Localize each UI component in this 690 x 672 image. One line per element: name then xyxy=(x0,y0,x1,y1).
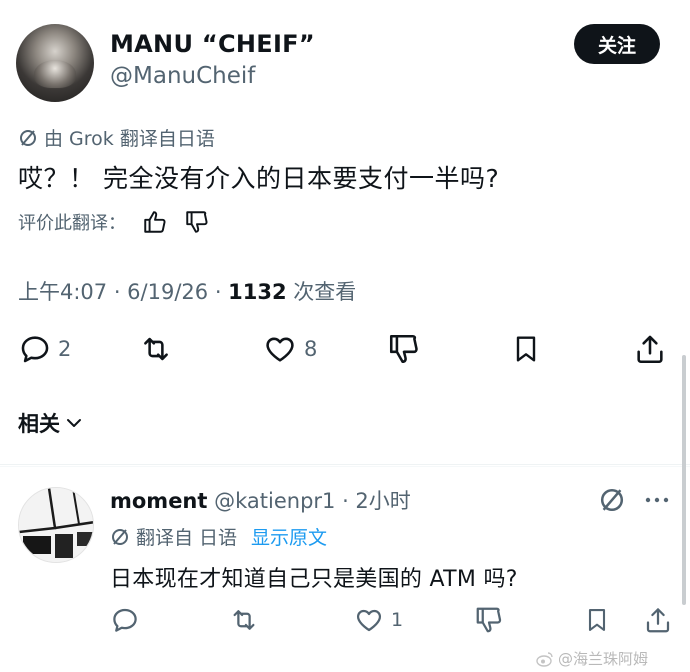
reply-reply-button[interactable] xyxy=(110,605,140,635)
share-icon xyxy=(643,605,673,635)
weibo-icon xyxy=(536,651,554,667)
related-label: 相关 xyxy=(18,412,60,436)
reply-translation-note: 翻译自 日语 显示原文 xyxy=(110,523,327,550)
reply-retweet-button[interactable] xyxy=(228,605,260,635)
post-text: 哎？！ 完全没有介入的日本要支付一半吗? xyxy=(18,164,500,193)
grok-icon xyxy=(18,128,38,148)
thumbs-down-icon xyxy=(474,605,504,635)
like-count: 8 xyxy=(304,337,318,361)
share-button[interactable] xyxy=(633,332,667,366)
reply-count: 2 xyxy=(58,337,72,361)
heart-icon xyxy=(353,605,385,635)
reply-author-name[interactable]: moment xyxy=(110,489,207,513)
author-avatar[interactable] xyxy=(16,24,94,102)
reply-header: moment @katienpr1 · 2小时 xyxy=(110,485,411,515)
reply-avatar[interactable] xyxy=(18,487,94,563)
reply-icon xyxy=(110,605,140,635)
retweet-button[interactable] xyxy=(138,332,174,366)
post-meta: 上午4:07 · 6/19/26 · 1132 次查看 xyxy=(18,276,356,306)
reply-author-handle[interactable]: @katienpr1 · 2小时 xyxy=(214,489,411,513)
bookmark-icon xyxy=(510,332,542,366)
watermark: @海兰珠阿姆 xyxy=(536,648,648,669)
thumbs-down-icon[interactable] xyxy=(184,209,210,235)
bookmark-button[interactable] xyxy=(510,332,542,366)
reply-translation-text: 翻译自 日语 xyxy=(136,527,238,549)
grok-icon xyxy=(110,527,130,547)
reply-like-count: 1 xyxy=(391,609,404,631)
rate-label: 评价此翻译： xyxy=(18,213,126,234)
view-count: 1132 xyxy=(228,280,287,304)
chevron-down-icon xyxy=(64,413,84,433)
thumbs-up-icon[interactable] xyxy=(142,209,168,235)
grok-icon[interactable] xyxy=(598,486,626,514)
divider-shadow xyxy=(0,466,690,467)
retweet-icon xyxy=(138,332,174,366)
related-toggle[interactable]: 相关 xyxy=(18,408,84,438)
heart-icon xyxy=(262,332,298,366)
follow-button[interactable]: 关注 xyxy=(574,24,660,64)
retweet-icon xyxy=(228,605,260,635)
reply-icon xyxy=(18,332,52,366)
bookmark-icon xyxy=(583,605,611,635)
like-button[interactable]: 8 xyxy=(262,332,317,366)
reply-dislike-button[interactable] xyxy=(474,605,504,635)
reply-like-button[interactable]: 1 xyxy=(353,605,403,635)
share-icon xyxy=(633,332,667,366)
dislike-button[interactable] xyxy=(387,332,421,366)
post-time[interactable]: 上午4:07 · 6/19/26 · xyxy=(18,280,228,304)
reply-share-button[interactable] xyxy=(643,605,673,635)
reply-bookmark-button[interactable] xyxy=(583,605,611,635)
author-handle[interactable]: @ManuCheif xyxy=(110,63,255,89)
rate-translation: 评价此翻译： xyxy=(18,209,210,235)
view-label: 次查看 xyxy=(286,280,357,304)
translation-note-text: 由 Grok 翻译自日语 xyxy=(44,128,215,150)
thumbs-down-icon xyxy=(387,332,421,366)
scrollbar[interactable] xyxy=(682,355,686,605)
author-name[interactable]: MANU “CHEIF” xyxy=(110,30,315,58)
more-options-icon[interactable] xyxy=(642,486,672,514)
reply-button[interactable]: 2 xyxy=(18,332,71,366)
watermark-text: @海兰珠阿姆 xyxy=(558,650,649,668)
translation-note: 由 Grok 翻译自日语 xyxy=(18,124,215,151)
show-original-link[interactable]: 显示原文 xyxy=(251,523,327,550)
divider xyxy=(0,464,690,465)
reply-text: 日本现在才知道自己只是美国的 ATM 吗? xyxy=(110,567,518,592)
